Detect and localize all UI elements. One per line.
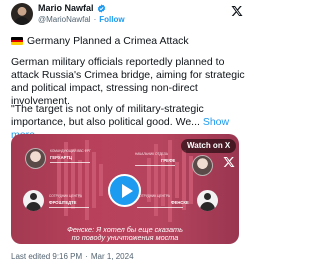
speaker-name: ГРЕФЕ	[161, 158, 176, 163]
speaker-photo	[25, 148, 46, 169]
tweet-card[interactable]: Mario Nawfal @MarioNawfal · Follow Germa…	[0, 0, 250, 268]
video-subtitle: Фенске: Я хотел бы еще сказать по поводу…	[11, 226, 239, 242]
speaker-photo	[192, 155, 213, 176]
speaker-underline	[137, 207, 183, 208]
edited-label: Last edited 9:16 PM	[11, 252, 83, 261]
speaker-underline	[49, 207, 89, 208]
author-avatar[interactable]	[11, 3, 33, 25]
author-handle-row: @MarioNawfal · Follow	[38, 14, 125, 25]
follow-button[interactable]: Follow	[99, 15, 124, 24]
post-paragraph: German military officials reportedly pla…	[11, 56, 245, 107]
x-logo-icon[interactable]	[231, 5, 243, 17]
germany-flag-icon	[11, 37, 23, 45]
verified-badge-icon	[97, 3, 105, 13]
play-icon[interactable]	[108, 174, 141, 207]
speaker-label: СОТРУДНИК ЦЕНТРА	[137, 194, 170, 198]
post-date: Mar 1, 2024	[90, 252, 134, 261]
x-watermark-icon	[223, 157, 235, 167]
quote-text: "The target is not only of military-stra…	[11, 103, 204, 128]
handle-separator: ·	[93, 15, 97, 24]
speaker-silhouette	[197, 190, 218, 211]
speaker-name: ФРОШТЕДТЕ	[49, 200, 77, 205]
watch-on-x-button[interactable]: Watch on X	[181, 139, 237, 153]
speaker-underline	[135, 165, 175, 166]
speaker-name: ГЕРХАРТЦ	[50, 155, 72, 160]
speaker-name: ФЕНСКЕ	[171, 200, 189, 205]
video-player[interactable]: КОМАНДУЮЩИЙ ВВС ФРГ ГЕРХАРТЦ НАЧАЛЬНИК О…	[11, 134, 239, 244]
speaker-silhouette	[23, 190, 44, 211]
headline-text: Germany Planned a Crimea Attack	[27, 35, 189, 47]
subtitle-line: по поводу уничтожения моста	[71, 233, 179, 242]
speaker-underline	[50, 162, 90, 163]
post-timestamp[interactable]: Last edited 9:16 PM · Mar 1, 2024	[11, 252, 134, 261]
author-name[interactable]: Mario Nawfal	[38, 3, 94, 13]
speaker-label: НАЧАЛЬНИК ОТДЕЛА	[135, 152, 168, 156]
speaker-label: КОМАНДУЮЩИЙ ВВС ФРГ	[50, 149, 91, 153]
author-handle[interactable]: @MarioNawfal	[38, 15, 91, 24]
author-name-row: Mario Nawfal	[38, 2, 106, 14]
speaker-label: СОТРУДНИК ЦЕНТРА	[49, 194, 82, 198]
post-headline: Germany Planned a Crimea Attack	[11, 35, 189, 47]
timestamp-separator: ·	[85, 252, 88, 261]
